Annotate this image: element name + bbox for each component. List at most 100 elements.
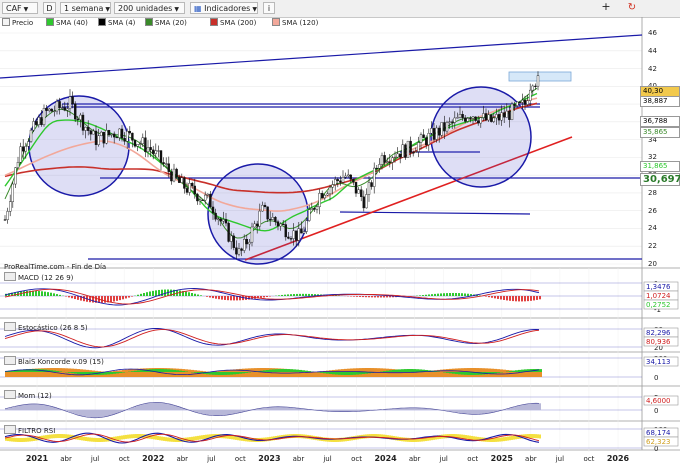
macd-histogram-bar [104,296,106,303]
candle-body [531,85,534,91]
candle-body [458,114,462,118]
koncorde-green-bar [458,372,461,375]
candle-body [42,108,46,126]
koncorde-green-bar [167,369,170,372]
mom-area-bar [157,402,159,410]
macd-histogram-bar [386,296,388,298]
macd-histogram-bar [53,293,55,296]
candle-body [68,96,72,109]
mom-area-bar [285,406,287,410]
mom-area-bar [511,407,513,410]
candle-body [310,208,313,210]
mom-area-bar [521,404,523,410]
macd-histogram-bar [509,296,511,301]
macd-title: MACD (12 26 9) [4,272,73,283]
macd-histogram-bar [269,296,271,297]
mom-area-bar [109,410,111,416]
y-tick-label: 44 [648,46,657,55]
mom-area-bar [205,410,207,415]
macd-histogram-bar [233,296,235,301]
rsi-band [83,436,85,441]
candle-body [16,162,20,168]
macd-histogram-bar [467,293,469,296]
candle-body [417,142,420,152]
koncorde-green-bar [239,372,242,374]
koncorde-area-bar [44,368,47,377]
koncorde-green-bar [110,372,113,375]
mom-area-bar [89,410,91,418]
rsi-band [121,435,123,440]
macd-histogram-bar [512,296,514,302]
candle-body [71,96,74,105]
koncorde-green-bar [275,369,278,372]
highlight-circle-2022 [207,163,309,265]
mom-area-bar [17,405,19,410]
mom-area-bar [475,410,477,415]
mom-area-bar [477,410,479,415]
candle-body [406,140,410,158]
macd-histogram-bar [368,296,370,298]
mom-area-bar [415,407,417,410]
macd-line [4,288,540,306]
macd-histogram-bar [293,294,295,296]
price-label: 35,865 [640,127,680,138]
macd-histogram-bar [41,291,43,296]
macd-histogram-bar [506,296,508,301]
mom-area-bar [83,410,85,417]
macd-histogram-bar [26,290,28,296]
koncorde-green-bar [83,372,86,375]
mom-area-bar [97,410,99,418]
candle-body [120,128,124,139]
candle-body [183,177,186,189]
candle-body [185,188,189,193]
macd-histogram-bar [155,290,157,296]
macd-histogram-bar [179,290,181,296]
macd-histogram-bar [65,296,67,297]
koncorde-area-bar [59,368,62,377]
koncorde-area-bar [50,368,53,377]
panel-value-label: 1,0724 [646,292,671,300]
candle-body [86,126,90,131]
candle-body [203,194,207,201]
koncorde-area-bar [425,371,428,377]
mom-area-bar [463,410,465,414]
koncorde-green-bar [230,372,233,375]
x-tick-label: oct [119,455,130,463]
koncorde-area-bar [317,371,320,377]
candle-body [474,116,477,121]
candle-body [354,182,358,194]
macd-histogram-bar [287,294,289,296]
mom-area-bar [27,404,29,410]
koncorde-green-bar [509,371,512,372]
candle-body [448,121,451,123]
koncorde-area-bar [116,370,119,377]
mom-area-bar [171,404,173,410]
mom-area-bar [211,410,213,416]
koncorde-green-bar [245,372,248,373]
price-chart[interactable]: 10-11,34761,07240,2752802082,29680,93620… [0,0,680,464]
macd-histogram-bar [455,293,457,296]
candle-body [214,212,217,220]
mom-area-bar [169,403,171,410]
mom-area-bar [107,410,109,417]
candle-body [37,117,40,125]
candle-body [164,163,168,165]
koncorde-area-bar [176,368,179,377]
candle-body [388,161,391,163]
macd-histogram-bar [458,293,460,296]
candle-body [445,122,449,132]
y-tick-label: 42 [648,64,657,73]
rsi-band [129,434,131,439]
rsi-band [495,437,497,442]
rsi-band [529,434,531,439]
koncorde-green-bar [242,372,245,374]
candle-body [216,218,220,220]
mom-area-bar [81,410,83,416]
mom-area-bar [21,405,23,410]
koncorde-green-bar [131,371,134,372]
candle-body [295,230,298,241]
macd-histogram-bar [371,296,373,298]
macd-histogram-bar [527,296,529,302]
candle-body [352,179,355,183]
koncorde-green-bar [74,372,77,374]
